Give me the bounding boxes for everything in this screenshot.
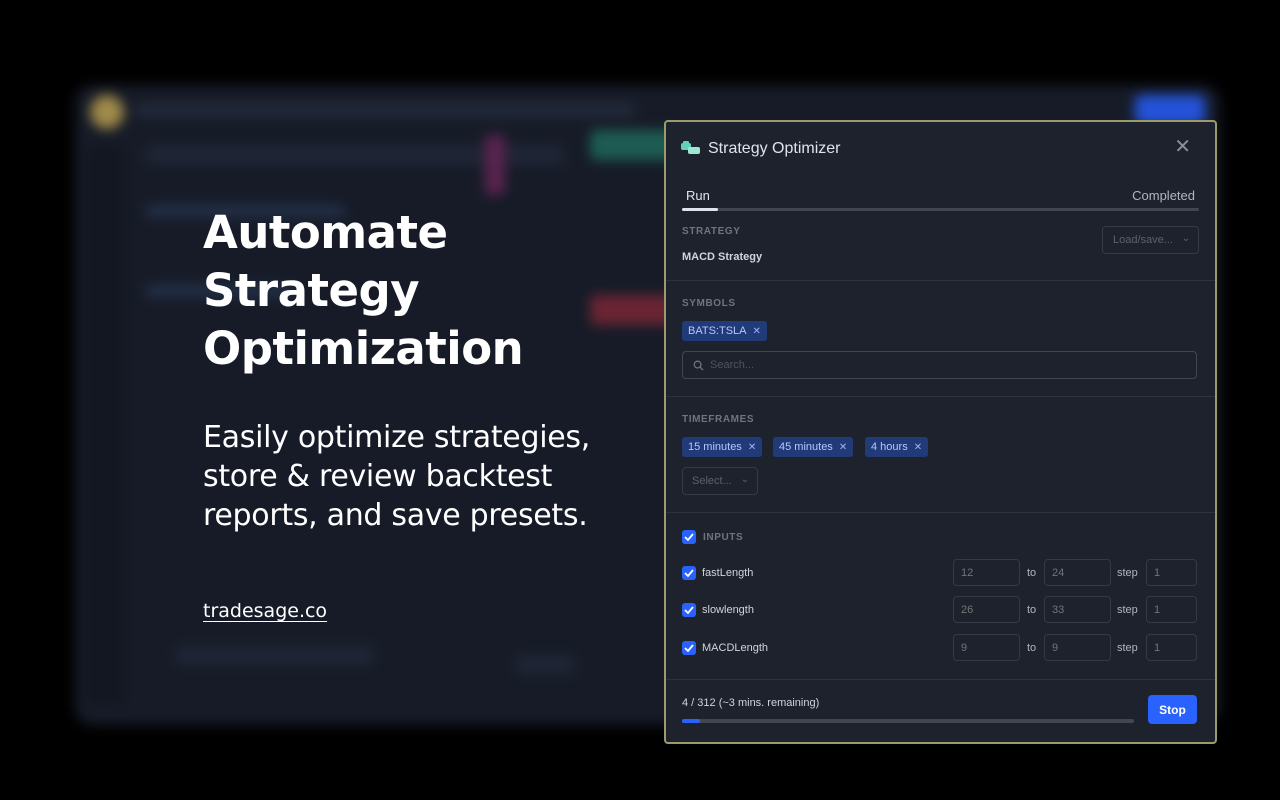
bg-row <box>175 645 375 665</box>
step-label: step <box>1117 642 1138 654</box>
timeframe-select[interactable]: Select... ⌄ <box>682 467 758 495</box>
check-icon <box>684 569 694 577</box>
progress-fill <box>682 719 701 723</box>
select-placeholder: Select... <box>692 475 732 487</box>
hero-title: Automate Strategy Optimization <box>203 206 524 375</box>
remove-chip-icon[interactable]: ✕ <box>748 442 756 453</box>
chip-label: 4 hours <box>871 441 908 453</box>
bg-row <box>515 655 575 675</box>
to-field[interactable] <box>1044 559 1111 586</box>
from-field[interactable] <box>953 596 1020 623</box>
symbol-chip[interactable]: BATS:TSLA ✕ <box>682 321 767 341</box>
step-field[interactable] <box>1146 596 1197 623</box>
remove-chip-icon[interactable]: ✕ <box>839 442 847 453</box>
from-field[interactable] <box>953 559 1020 586</box>
strategy-label: STRATEGY <box>682 226 741 237</box>
bg-sidebar <box>85 145 125 705</box>
chip-label: 45 minutes <box>779 441 833 453</box>
symbols-label: SYMBOLS <box>682 298 736 309</box>
bg-toolbar <box>135 103 635 117</box>
step-label: step <box>1117 567 1138 579</box>
from-field[interactable] <box>953 634 1020 661</box>
hero-subtitle: Easily optimize strategies, store & revi… <box>203 420 590 533</box>
progress-text: 4 / 312 (~3 mins. remaining) <box>682 697 820 709</box>
strategy-section: STRATEGY MACD Strategy Load/save... ⌄ <box>666 122 1215 281</box>
input-checkbox[interactable] <box>682 566 696 580</box>
inputs-label: INPUTS <box>703 532 744 543</box>
stop-button[interactable]: Stop <box>1148 695 1197 724</box>
step-field[interactable] <box>1146 634 1197 661</box>
remove-chip-icon[interactable]: ✕ <box>914 442 922 453</box>
timeframe-chip[interactable]: 15 minutes ✕ <box>682 437 763 457</box>
check-icon <box>684 533 694 541</box>
input-checkbox[interactable] <box>682 641 696 655</box>
symbol-search[interactable] <box>682 351 1197 379</box>
input-checkbox[interactable] <box>682 603 696 617</box>
step-field[interactable] <box>1146 559 1197 586</box>
strategy-optimizer-dialog: Strategy Optimizer ✕ Run Completed STRAT… <box>664 120 1217 744</box>
inputs-section: INPUTS fastLength to step slowlength to … <box>666 513 1215 680</box>
input-name: MACDLength <box>702 642 769 654</box>
check-icon <box>684 644 694 652</box>
to-label: to <box>1027 642 1037 654</box>
step-label: step <box>1117 604 1138 616</box>
input-name: slowlength <box>702 604 754 616</box>
inputs-checkbox[interactable] <box>682 530 696 544</box>
search-input[interactable] <box>710 359 1130 371</box>
chip-label: 15 minutes <box>688 441 742 453</box>
chevron-down-icon: ⌄ <box>1181 233 1190 244</box>
to-field[interactable] <box>1044 634 1111 661</box>
chip-label: BATS:TSLA <box>688 325 747 337</box>
to-field[interactable] <box>1044 596 1111 623</box>
load-save-dropdown[interactable]: Load/save... ⌄ <box>1102 226 1199 254</box>
bg-accent <box>485 135 505 195</box>
progress-bar <box>682 719 1134 723</box>
strategy-name: MACD Strategy <box>682 251 763 263</box>
to-label: to <box>1027 604 1037 616</box>
to-label: to <box>1027 567 1037 579</box>
input-name: fastLength <box>702 567 754 579</box>
remove-chip-icon[interactable]: ✕ <box>752 326 760 337</box>
chevron-down-icon: ⌄ <box>740 474 749 485</box>
check-icon <box>684 606 694 614</box>
timeframe-chip[interactable]: 4 hours ✕ <box>865 437 929 457</box>
website-link[interactable]: tradesage.co <box>203 600 327 622</box>
bg-logo <box>90 95 124 129</box>
timeframes-label: TIMEFRAMES <box>682 414 755 425</box>
load-save-label: Load/save... <box>1113 234 1173 246</box>
timeframe-chip[interactable]: 45 minutes ✕ <box>773 437 854 457</box>
search-icon <box>693 360 704 371</box>
